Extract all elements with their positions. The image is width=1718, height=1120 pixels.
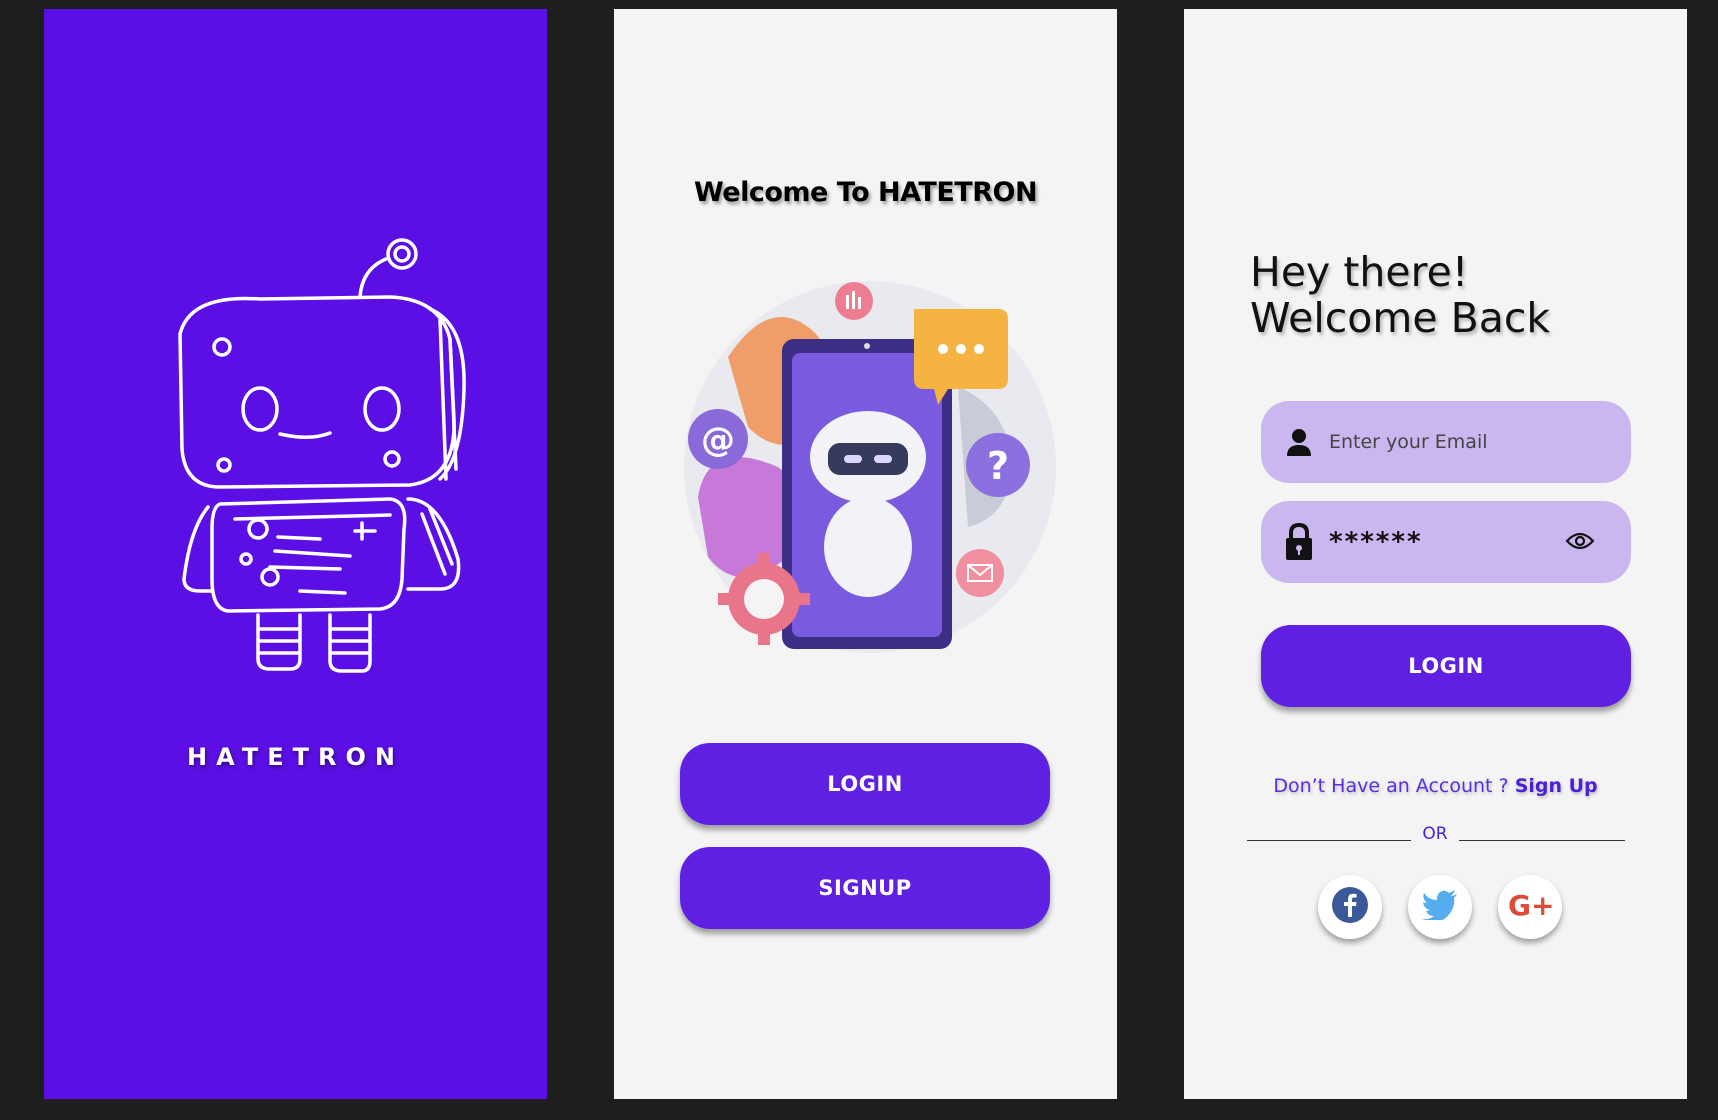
login-submit-button[interactable]: LOGIN — [1261, 625, 1631, 707]
twitter-icon — [1422, 890, 1458, 924]
facebook-icon — [1331, 886, 1369, 928]
greeting-heading: Hey there! Welcome Back — [1250, 249, 1550, 341]
login-screen: Hey there! Welcome Back Enter your Email… — [1184, 9, 1687, 1099]
signup-button[interactable]: SIGNUP — [680, 847, 1050, 929]
facebook-login-button[interactable] — [1318, 875, 1382, 939]
email-input[interactable] — [1327, 421, 1571, 463]
greeting-line-1: Hey there! — [1250, 248, 1469, 296]
eye-icon[interactable] — [1565, 531, 1595, 555]
divider-left — [1247, 840, 1411, 841]
svg-text:G+: G+ — [1508, 890, 1552, 920]
chatbot-phone-illustration: @ ? — [684, 281, 1056, 653]
password-field[interactable] — [1261, 501, 1631, 583]
twitter-login-button[interactable] — [1408, 875, 1472, 939]
greeting-line-2: Welcome Back — [1250, 294, 1551, 342]
welcome-title: Welcome To HATETRON — [693, 177, 1038, 208]
password-input[interactable] — [1327, 521, 1571, 563]
google-plus-icon: G+ — [1508, 889, 1554, 924]
splash-screen: HATETRON — [44, 9, 547, 1099]
svg-text:@: @ — [701, 420, 735, 460]
welcome-screen: Welcome To HATETRON @ ? LOGIN SIGNUP — [614, 9, 1117, 1099]
app-name: HATETRON — [187, 743, 404, 771]
google-plus-login-button[interactable]: G+ — [1498, 875, 1562, 939]
signup-prompt: Don’t Have an Account ? Sign Up — [1184, 775, 1687, 797]
lock-icon — [1283, 522, 1315, 562]
no-account-text: Don’t Have an Account ? — [1273, 775, 1509, 797]
email-field[interactable] — [1261, 401, 1631, 483]
svg-text:?: ? — [987, 444, 1009, 488]
or-divider-text: OR — [1422, 824, 1448, 844]
user-icon — [1283, 427, 1315, 457]
signup-link[interactable]: Sign Up — [1515, 775, 1598, 797]
divider-right — [1459, 840, 1625, 841]
robot-logo-illustration — [178, 238, 466, 673]
login-button[interactable]: LOGIN — [680, 743, 1050, 825]
